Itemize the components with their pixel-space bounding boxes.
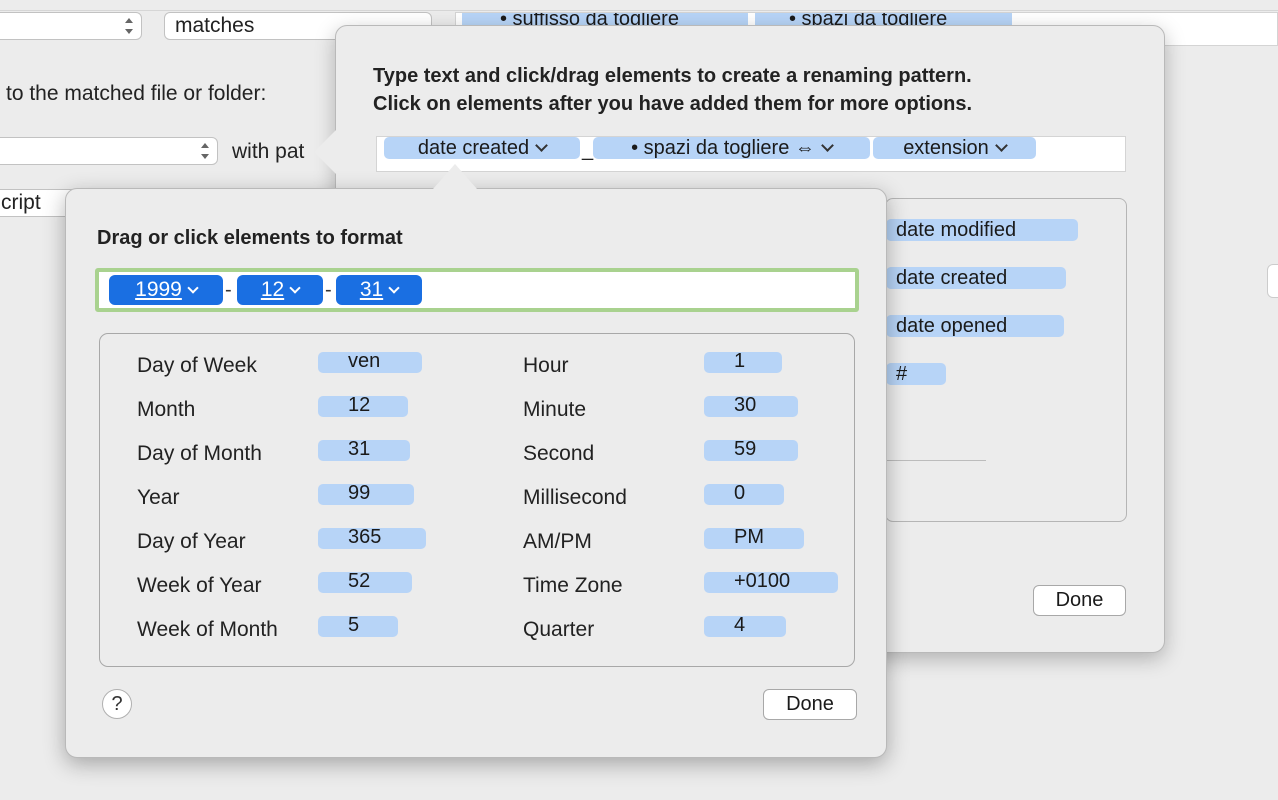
element-token-millisecond[interactable]: 0 [704, 483, 784, 505]
chevron-down-icon [187, 282, 199, 294]
element-label: Quarter [523, 618, 595, 641]
format-popover-title: Drag or click elements to format [97, 227, 403, 249]
element-label: Hour [523, 354, 569, 377]
element-token-month[interactable]: 12 [318, 395, 408, 417]
pattern-token-label: • spazi da togliere ⇔ [631, 137, 815, 159]
chevron-down-icon [388, 282, 400, 294]
chevron-down-icon [821, 139, 834, 152]
format-token-day[interactable]: 31 [336, 275, 422, 305]
pattern-field[interactable]: date created _ • spazi da togliere ⇔ ext… [376, 136, 1126, 172]
format-done-button[interactable]: Done [763, 689, 857, 720]
action-select[interactable] [0, 137, 218, 165]
format-elements-grid: Day of Week ven Month 12 Day of Month 31… [99, 333, 855, 667]
element-date-modified[interactable]: date modified [886, 219, 1078, 241]
top-separator [0, 10, 1278, 11]
matched-label: to the matched file or folder: [6, 82, 267, 105]
right-edge-control[interactable] [1267, 264, 1278, 298]
element-token-second[interactable]: 59 [704, 439, 798, 461]
element-label: Minute [523, 398, 587, 421]
element-date-created[interactable]: date created [886, 267, 1066, 289]
element-label: Week of Month [137, 618, 278, 641]
format-separator: - [325, 279, 332, 301]
element-label: AM/PM [523, 530, 592, 553]
element-label: Second [523, 442, 595, 465]
element-token-minute[interactable]: 30 [704, 395, 798, 417]
element-token-quarter[interactable]: 4 [704, 615, 786, 637]
pattern-token-label: extension [903, 137, 989, 159]
instruction-line-1: Type text and click/drag elements to cre… [373, 65, 972, 87]
chevron-down-icon [289, 282, 301, 294]
element-token-week-of-month[interactable]: 5 [318, 615, 398, 637]
element-token-am-pm[interactable]: PM [704, 527, 804, 549]
format-token-month[interactable]: 12 [237, 275, 323, 305]
script-select-label: cript [1, 191, 41, 214]
format-token-year[interactable]: 1999 [109, 275, 223, 305]
format-token-label: 12 [260, 278, 285, 301]
element-label: Month [137, 398, 196, 421]
element-label: Day of Year [137, 530, 246, 553]
help-button[interactable]: ? [102, 689, 132, 719]
elements-divider [886, 460, 986, 461]
pattern-token-label: date created [417, 137, 530, 159]
element-token-day-of-year[interactable]: 365 [318, 527, 426, 549]
format-popover-arrow [433, 164, 477, 189]
rename-popover-arrow [314, 130, 336, 174]
pattern-separator: _ [582, 139, 594, 161]
element-label: Year [137, 486, 180, 509]
element-token-year[interactable]: 99 [318, 483, 414, 505]
chevron-down-icon [535, 139, 548, 152]
chevron-down-icon [994, 139, 1008, 152]
element-label: Week of Year [137, 574, 262, 597]
condition-select[interactable] [0, 12, 142, 40]
matches-select-label: matches [175, 14, 255, 37]
element-label: Time Zone [523, 574, 623, 597]
format-separator: - [225, 279, 232, 301]
format-token-label: 31 [359, 278, 384, 301]
pattern-token-extension[interactable]: extension [873, 137, 1036, 159]
element-label: Day of Month [137, 442, 262, 465]
element-date-opened[interactable]: date opened [886, 315, 1064, 337]
stepper-icon [199, 142, 211, 160]
rename-done-button[interactable]: Done [1033, 585, 1126, 616]
pattern-token-spazi[interactable]: • spazi da togliere ⇔ [593, 137, 870, 159]
element-token-day-of-week[interactable]: ven [318, 351, 422, 373]
element-token-week-of-year[interactable]: 52 [318, 571, 412, 593]
stepper-icon [123, 17, 135, 35]
elements-box: date modified date created date opened # [885, 198, 1127, 522]
instruction-line-2: Click on elements after you have added t… [373, 93, 973, 115]
element-number[interactable]: # [886, 363, 946, 385]
date-format-field[interactable]: 1999 - 12 - 31 [95, 268, 859, 312]
element-token-day-of-month[interactable]: 31 [318, 439, 410, 461]
with-pattern-label: with pat [232, 140, 305, 163]
element-token-time-zone[interactable]: +0100 [704, 571, 838, 593]
format-token-label: 1999 [135, 278, 182, 301]
instruction-text: Type text and click/drag elements to cre… [373, 62, 972, 118]
element-token-hour[interactable]: 1 [704, 351, 782, 373]
element-label: Millisecond [523, 486, 627, 509]
pattern-token-date-created[interactable]: date created [384, 137, 580, 159]
date-format-popover: Drag or click elements to format 1999 - … [65, 188, 887, 758]
element-label: Day of Week [137, 354, 257, 377]
